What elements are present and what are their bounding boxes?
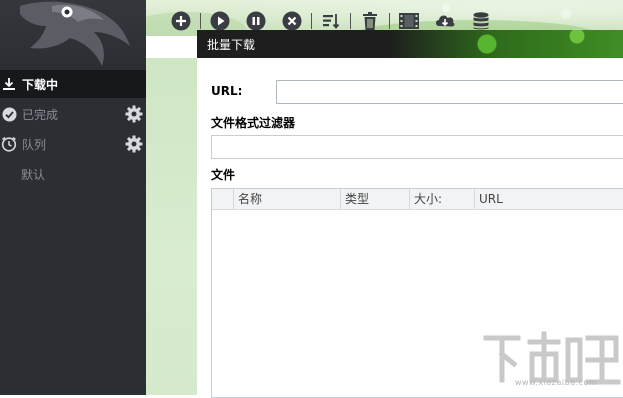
delete-button[interactable] xyxy=(359,10,381,32)
sidebar-item-label: 已完成 xyxy=(22,107,59,122)
stop-icon xyxy=(282,11,302,31)
download-icon xyxy=(1,76,17,92)
start-button[interactable] xyxy=(209,10,231,32)
database-icon xyxy=(473,12,489,30)
dialog-title: 批量下载 xyxy=(207,37,256,52)
column-header-select[interactable] xyxy=(212,189,234,209)
cloud-download-button[interactable] xyxy=(434,10,456,32)
sidebar-subitem-default[interactable]: 默认 xyxy=(21,166,45,183)
toolbar-divider xyxy=(200,13,201,29)
files-label: 文件 xyxy=(211,168,236,182)
play-icon xyxy=(210,11,230,31)
cloud-download-icon xyxy=(436,15,455,27)
pause-button[interactable] xyxy=(245,10,267,32)
toolbar-divider xyxy=(389,13,390,29)
toolbar-divider xyxy=(311,13,312,29)
column-header-type[interactable]: 类型 xyxy=(341,189,410,209)
table-header: 名称 类型 大小: URL xyxy=(212,189,623,210)
sidebar: 下载中 已完成 队列 默认 xyxy=(0,0,146,395)
sidebar-item-queue[interactable]: 队列 xyxy=(0,130,146,158)
pause-icon xyxy=(246,11,266,31)
database-button[interactable] xyxy=(470,10,492,32)
filter-input[interactable] xyxy=(211,135,623,159)
filter-label: 文件格式过滤器 xyxy=(211,116,296,130)
url-input[interactable] xyxy=(276,80,623,104)
dialog-title-bar[interactable]: 批量下载 xyxy=(197,30,623,58)
file-table[interactable]: 名称 类型 大小: URL xyxy=(211,188,623,398)
url-label: URL: xyxy=(211,84,243,98)
add-button[interactable] xyxy=(170,10,192,32)
sidebar-item-completed[interactable]: 已完成 xyxy=(0,100,146,128)
sidebar-item-label: 下载中 xyxy=(22,77,59,92)
add-icon xyxy=(171,11,191,31)
column-header-name[interactable]: 名称 xyxy=(234,189,341,209)
column-header-url[interactable]: URL xyxy=(475,189,623,209)
batch-download-dialog: URL: 文件格式过滤器 文件 名称 类型 大小: URL xyxy=(197,58,623,398)
watermark-url: www.xiazaiba.com xyxy=(515,378,598,387)
clock-icon xyxy=(1,136,17,152)
sidebar-item-label: 队列 xyxy=(22,137,47,152)
column-header-size[interactable]: 大小: xyxy=(410,189,475,209)
eagle-logo-icon xyxy=(20,1,130,67)
video-button[interactable] xyxy=(398,10,420,32)
sort-icon xyxy=(323,14,340,29)
toolbar xyxy=(170,10,492,32)
gear-icon[interactable] xyxy=(125,105,143,123)
sort-button[interactable] xyxy=(320,10,342,32)
content-background xyxy=(146,58,198,395)
gear-icon[interactable] xyxy=(125,135,143,153)
app-logo xyxy=(0,0,146,68)
sidebar-item-downloading[interactable]: 下载中 xyxy=(0,70,146,98)
video-icon xyxy=(399,13,419,29)
delete-icon xyxy=(363,12,377,30)
stop-button[interactable] xyxy=(281,10,303,32)
check-circle-icon xyxy=(1,106,17,122)
toolbar-divider xyxy=(350,13,351,29)
